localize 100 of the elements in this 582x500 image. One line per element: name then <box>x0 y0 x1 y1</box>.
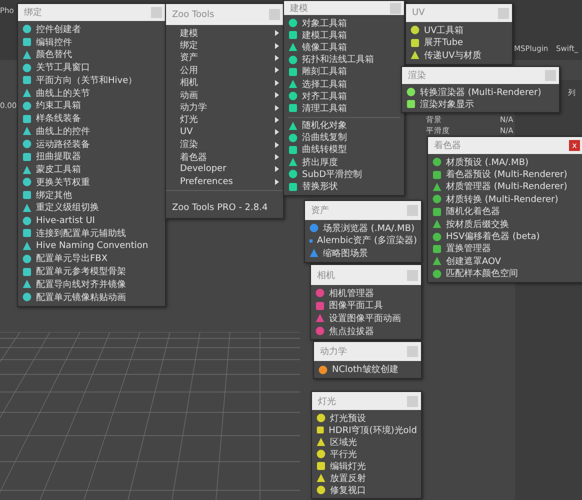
menu-item[interactable]: 曲线转模型 <box>302 143 400 156</box>
menu-item[interactable]: 运动路径装备 <box>36 138 161 151</box>
menu-item[interactable]: 颜色替代 <box>36 48 161 62</box>
menu-item[interactable]: Developer <box>170 164 271 174</box>
menu-item[interactable]: 绑定 <box>170 39 271 52</box>
menu-item[interactable]: NCloth皱纹创建 <box>332 363 417 376</box>
tool-icon <box>410 25 420 36</box>
menu-item[interactable]: 匹配样本颜色空间 <box>446 267 579 280</box>
menu-item[interactable]: 设置图像平面动画 <box>329 312 417 325</box>
close-button[interactable]: x <box>569 140 580 151</box>
menu-item[interactable]: Hive Naming Convention <box>36 241 161 252</box>
menu-item[interactable]: 创建遮罩AOV <box>446 254 579 268</box>
menu-item[interactable]: 沿曲线复制 <box>302 131 400 144</box>
menu-item[interactable]: 曲线上的控件 <box>36 124 161 138</box>
menu-item[interactable]: 资产 <box>170 51 271 64</box>
menu-item[interactable]: 随机化对象 <box>302 119 400 132</box>
menu-item[interactable]: 绑定其他 <box>36 188 161 202</box>
menu-item[interactable]: 焦点拉拔器 <box>329 324 417 338</box>
menu-item[interactable]: 配置单元导出FBX <box>36 252 161 266</box>
menu-item[interactable]: 材质管理器 (Multi-Renderer) <box>446 180 579 194</box>
menu-item[interactable]: 选择工具箱 <box>302 78 400 91</box>
menu-item[interactable]: 渲染 <box>170 138 271 152</box>
menu-item[interactable]: 拓扑和法线工具箱 <box>302 53 400 66</box>
close-button[interactable] <box>407 396 418 406</box>
menu-item[interactable]: 着色器预设 (Multi-Renderer) <box>446 168 579 182</box>
menu-item[interactable]: 约束工具箱 <box>36 99 161 112</box>
menu-item[interactable]: 平行光 <box>330 448 417 460</box>
menu-item[interactable]: 蒙皮工具箱 <box>36 163 161 176</box>
menu-item[interactable]: 镜像工具箱 <box>302 40 400 54</box>
menu-item[interactable]: 更换关节权重 <box>36 176 161 189</box>
menu-item[interactable]: 传递UV与材质 <box>424 48 508 62</box>
menu-item[interactable]: 雕刻工具箱 <box>302 65 400 78</box>
menu-item[interactable]: Hive-artist UI <box>36 216 161 226</box>
menu-item[interactable]: 控件创建者 <box>36 22 161 36</box>
menu-item[interactable]: 放置反射 <box>330 472 417 484</box>
menu-item[interactable]: 渲染对象显示 <box>420 98 555 110</box>
tool-icon <box>22 114 32 124</box>
tool-icon <box>309 223 319 234</box>
menu-item[interactable]: 区域光 <box>330 436 417 448</box>
menu-item[interactable]: UV <box>170 127 271 138</box>
tool-icon <box>288 132 298 143</box>
menu-item[interactable]: 修复视口 <box>330 484 417 496</box>
menu-item[interactable]: HDRI穹顶(环境)光old <box>328 424 417 436</box>
menu-item[interactable]: 动画 <box>170 88 271 102</box>
menu-item[interactable]: 编辑灯光 <box>330 460 417 472</box>
close-button[interactable] <box>151 7 162 18</box>
menu-item[interactable]: 平面方向（关节和Hive） <box>36 74 161 87</box>
panel-title: UV <box>412 8 425 18</box>
menu-item[interactable]: 材质转换 (Multi-Renderer) <box>446 192 579 206</box>
menu-item[interactable]: 样条线装备 <box>36 112 161 126</box>
menu-item[interactable]: 对齐工具箱 <box>302 90 400 103</box>
menu-item[interactable]: 扭曲提取器 <box>36 150 161 164</box>
menu-item[interactable]: 曲线上的关节 <box>36 86 161 100</box>
menu-item[interactable]: 灯光 <box>170 113 271 126</box>
menu-item[interactable]: 展开Tube <box>424 36 508 50</box>
menu-item[interactable]: 编辑控件 <box>36 36 161 49</box>
menu-item[interactable]: 着色器 <box>170 150 271 164</box>
tool-icon <box>22 164 32 175</box>
menu-item[interactable]: 灯光预设 <box>330 412 417 424</box>
menu-item[interactable]: 动力学 <box>170 101 271 114</box>
close-button[interactable] <box>545 70 556 81</box>
menu-item[interactable]: 置换管理器 <box>446 242 579 256</box>
tool-icon <box>22 202 32 213</box>
menu-item[interactable]: UV工具箱 <box>424 24 508 37</box>
close-button[interactable] <box>269 9 280 20</box>
close-button[interactable] <box>390 2 401 14</box>
close-button[interactable] <box>407 205 418 216</box>
menu-item[interactable]: 材质预设 (.MA/.MB) <box>446 156 579 169</box>
close-button[interactable] <box>407 270 418 280</box>
menu-item[interactable]: 关节工具窗口 <box>36 61 161 74</box>
menu-item[interactable]: 挤出厚度 <box>302 156 400 169</box>
menu-item[interactable]: 建模 <box>170 26 271 40</box>
menu-item[interactable]: Alembic资产 (多渲染器) <box>316 234 417 248</box>
menu-item[interactable]: 建模工具箱 <box>302 28 400 42</box>
panel-title: 灯光 <box>318 396 336 408</box>
menu-item[interactable]: 对象工具箱 <box>302 16 400 30</box>
menu-item[interactable]: 相机 <box>170 76 271 90</box>
tool-icon <box>22 216 32 226</box>
menu-item[interactable]: 清理工具箱 <box>302 102 400 115</box>
menu-item[interactable]: 公用 <box>170 64 271 77</box>
tool-icon <box>432 182 442 192</box>
menu-item[interactable]: 配置导向线对齐并镜像 <box>36 278 161 291</box>
menu-item[interactable]: 连接到配置单元辅助线 <box>36 226 161 240</box>
menu-item[interactable]: 配置单元参考模型骨架 <box>36 265 161 278</box>
tool-icon <box>288 169 298 180</box>
menu-item[interactable]: 缩略图场景 <box>323 246 417 260</box>
menu-item[interactable]: 场景浏览器 (.MA/.MB) <box>323 222 417 235</box>
menu-item[interactable]: 重定义级组切换 <box>36 201 161 214</box>
close-button[interactable] <box>407 346 418 357</box>
menu-item[interactable]: 按材质后缀交换 <box>446 218 579 231</box>
menu-item[interactable]: 图像平面工具 <box>329 299 417 312</box>
menu-item[interactable]: 替换形状 <box>302 180 400 194</box>
close-button[interactable] <box>498 8 509 18</box>
menu-item[interactable]: 配置单元镜像粘贴动画 <box>36 290 161 304</box>
menu-item[interactable]: Preferences <box>170 176 271 187</box>
menu-item[interactable]: SubD平滑控制 <box>302 168 400 181</box>
menu-item[interactable]: 相机管理器 <box>329 286 417 300</box>
menu-item[interactable]: 随机化着色器 <box>446 205 579 218</box>
menu-item[interactable]: 转换渲染器 (Multi-Renderer) <box>420 86 555 98</box>
menu-item[interactable]: HSV偏移着色器 (beta) <box>446 230 579 244</box>
